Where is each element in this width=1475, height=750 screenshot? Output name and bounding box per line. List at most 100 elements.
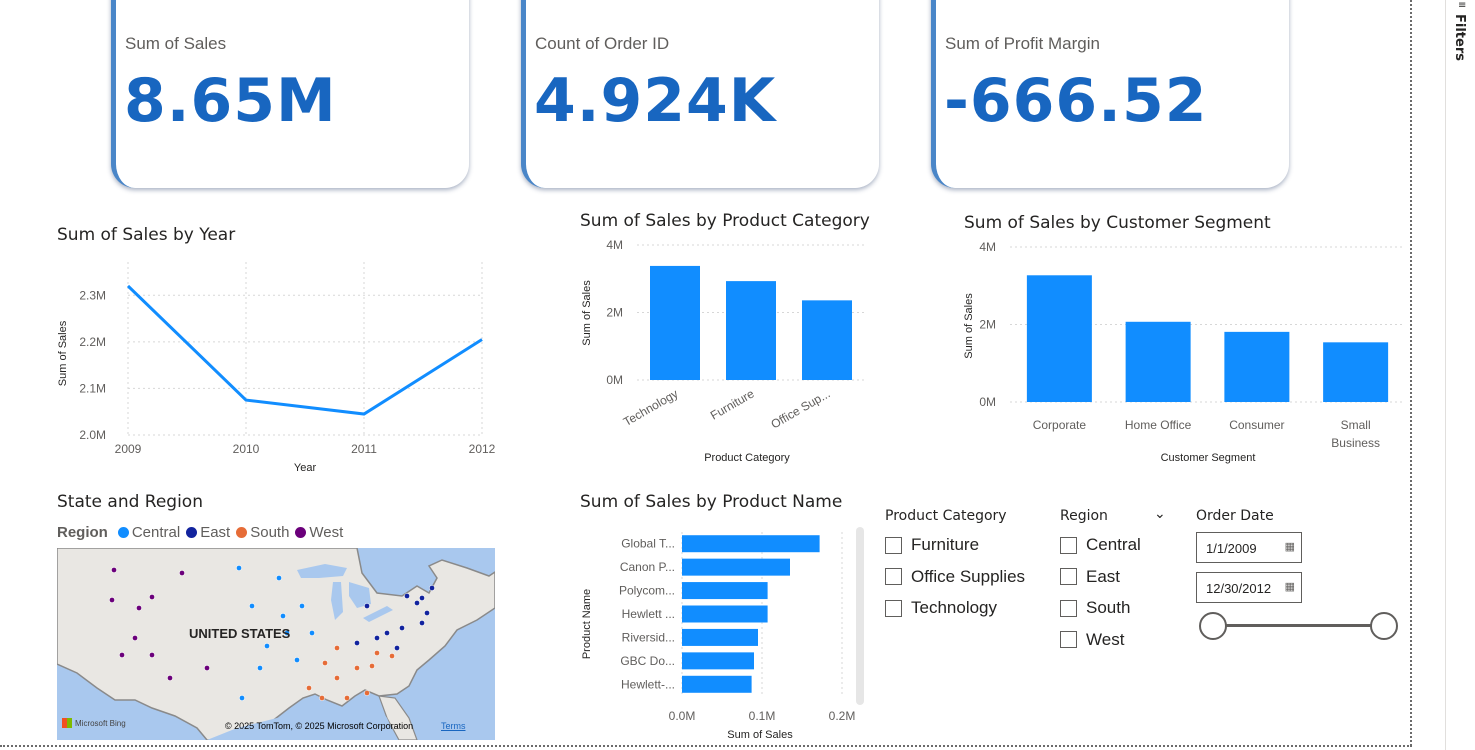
y-tick-label: Hewlett-...: [621, 677, 675, 691]
slicer-option-south[interactable]: South: [1060, 598, 1130, 618]
map-point-central: [280, 613, 286, 619]
kpi-card-sum-of-sales[interactable]: Sum of Sales 8.65M: [111, 0, 469, 188]
legend-dot-icon: [295, 527, 307, 538]
slicer-option-label: South: [1086, 598, 1131, 617]
map-point-south: [306, 685, 312, 691]
date-range-slider-track[interactable]: [1214, 624, 1384, 627]
filter-icon[interactable]: ≡: [1458, 0, 1466, 11]
segment-chart-title: Sum of Sales by Customer Segment: [964, 213, 1271, 233]
map-copyright: © 2025 TomTom, © 2025 Microsoft Corporat…: [225, 721, 414, 731]
map-point-central: [236, 565, 242, 571]
end-date-input[interactable]: 12/30/2012 ▦: [1196, 572, 1302, 603]
map-point-west: [179, 570, 185, 576]
end-date-value: 12/30/2012: [1206, 581, 1272, 596]
bar: [682, 605, 768, 623]
map-point-west: [149, 652, 155, 658]
map-point-east: [429, 585, 435, 591]
kpi-value: -666.52: [944, 66, 1208, 136]
x-tick-label: Furniture: [708, 386, 757, 422]
chevron-down-icon[interactable]: ⌄: [1154, 506, 1166, 522]
map-point-east: [404, 593, 410, 599]
date-range-end-handle[interactable]: [1370, 612, 1398, 640]
state-region-map[interactable]: UNITED STATES Microsoft Bing © 2025 TomT…: [57, 548, 495, 740]
y-axis-label: Sum of Sales: [963, 293, 975, 359]
kpi-card-count-of-order-id[interactable]: Count of Order ID 4.924K: [521, 0, 879, 188]
map-point-west: [204, 665, 210, 671]
bing-logo: Microsoft Bing: [62, 718, 126, 728]
checkbox[interactable]: [1060, 599, 1077, 617]
map-point-south: [334, 675, 340, 681]
product-chart-scrollbar[interactable]: [856, 527, 864, 705]
map-point-central: [257, 665, 263, 671]
checkbox[interactable]: [885, 568, 902, 585]
slicer-option-label: East: [1086, 566, 1121, 586]
sales-by-year-line-chart[interactable]: 2.0M 2.1M 2.2M 2.3M 2009 2010 2011 2012 Year Sum …: [50, 250, 505, 480]
y-tick-label: Riversid...: [622, 630, 675, 644]
sales-by-segment-bar-chart[interactable]: 0M 2M 4M Corporate Home Office Consumer Small B…: [955, 236, 1410, 468]
bar: [1323, 342, 1389, 402]
calendar-icon[interactable]: ▦: [1285, 540, 1295, 553]
series-line: [126, 284, 483, 416]
checkbox[interactable]: [1060, 631, 1077, 648]
y-tick-label: Canon P...: [620, 560, 675, 574]
slicer-option-central[interactable]: Central: [1060, 535, 1141, 555]
filters-pane[interactable]: [1445, 0, 1475, 750]
bar: [726, 281, 776, 380]
map-canvas[interactable]: [57, 548, 495, 740]
checkbox[interactable]: [885, 599, 902, 617]
slicer-option-west[interactable]: West: [1060, 630, 1124, 650]
slicer-option-technology[interactable]: Technology: [885, 598, 997, 618]
report-canvas: Sum of Sales 8.65M Count of Order ID 4.9…: [0, 0, 1475, 750]
start-date-input[interactable]: 1/1/2009 ▦: [1196, 532, 1302, 563]
filters-pane-label[interactable]: Filters: [1452, 14, 1467, 61]
x-tick-label: 0.0M: [669, 709, 696, 723]
map-point-east: [399, 625, 405, 631]
region-slicer-title: Region: [1060, 508, 1108, 524]
checkbox[interactable]: [885, 536, 902, 554]
y-tick-label: 2.1M: [79, 381, 106, 395]
sales-by-product-bar-chart[interactable]: 0.0M 0.1M 0.2M Global T... Canon P... Polycom…: [575, 522, 855, 744]
map-point-south: [354, 665, 360, 671]
map-point-south: [374, 650, 380, 656]
map-title: State and Region: [57, 492, 203, 512]
slicer-option-furniture[interactable]: Furniture: [885, 535, 979, 555]
x-tick-label: 2011: [351, 442, 377, 456]
checkbox[interactable]: [1060, 536, 1077, 554]
bar: [1026, 275, 1092, 402]
x-tick-label: Office Sup...: [769, 386, 833, 431]
map-point-south: [389, 653, 395, 659]
sales-by-category-bar-chart[interactable]: 0M 2M 4M Technology Furniture Office Sup... Pr…: [575, 235, 870, 467]
calendar-icon[interactable]: ▦: [1285, 580, 1295, 593]
bar: [682, 628, 758, 646]
report-page-border-right: [1410, 0, 1412, 746]
map-point-west: [119, 652, 125, 658]
map-point-east: [414, 600, 420, 606]
slicer-option-office-supplies[interactable]: Office Supplies: [885, 567, 1025, 587]
bar: [682, 558, 790, 576]
legend-dot-icon: [236, 527, 248, 538]
slicer-option-east[interactable]: East: [1060, 567, 1120, 587]
legend-dot-icon: [186, 527, 198, 538]
kpi-label: Sum of Sales: [125, 34, 227, 53]
date-range-start-handle[interactable]: [1199, 612, 1227, 640]
checkbox[interactable]: [1060, 568, 1077, 585]
map-point-central: [294, 657, 300, 663]
legend-item-east: East: [200, 524, 231, 541]
y-tick-label: Polycom...: [619, 584, 675, 598]
map-legend: Region Central East South West: [57, 524, 345, 541]
x-tick-label: Small Business: [1331, 418, 1380, 450]
x-tick-label: 2010: [233, 442, 260, 456]
map-point-east: [424, 610, 430, 616]
y-tick-label: 2.2M: [79, 335, 106, 349]
y-tick-label: Global T...: [621, 537, 675, 551]
map-point-east: [419, 620, 425, 626]
map-terms-link[interactable]: Terms: [441, 721, 466, 731]
bar: [802, 300, 852, 380]
kpi-card-sum-of-profit-margin[interactable]: Sum of Profit Margin -666.52: [931, 0, 1289, 188]
map-point-east: [354, 640, 360, 646]
y-tick-label: 2.3M: [79, 288, 106, 302]
map-point-east: [374, 635, 380, 641]
map-point-south: [319, 695, 325, 701]
legend-item-south: South: [250, 524, 290, 541]
slicer-option-label: Office Supplies: [911, 566, 1026, 586]
